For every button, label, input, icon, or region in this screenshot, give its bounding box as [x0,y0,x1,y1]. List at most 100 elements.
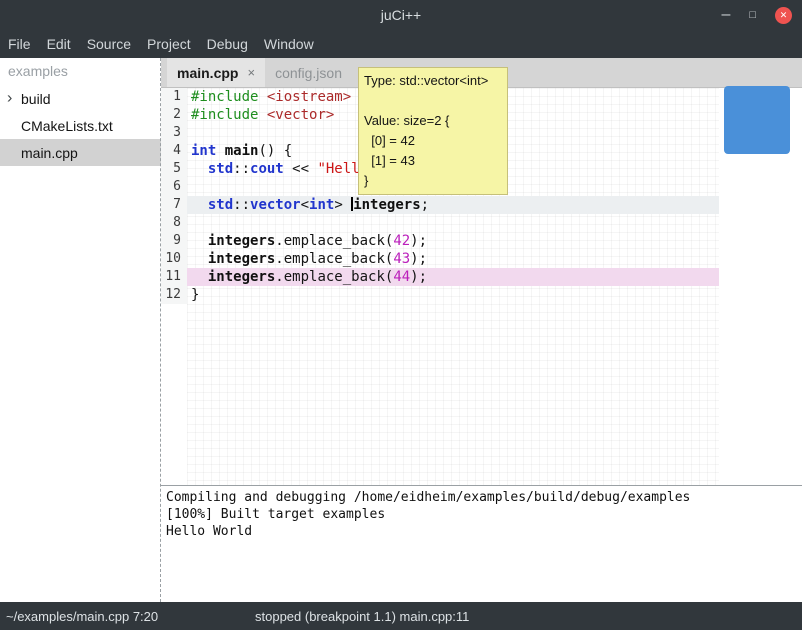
menu-item-project[interactable]: Project [139,36,199,52]
code-token: <iostream> [267,89,351,105]
code-text: } [187,286,719,304]
line-number: 11 [161,268,187,286]
output-line: Compiling and debugging /home/eidheim/ex… [166,489,797,506]
code-token [191,233,208,249]
line-number: 2 [161,106,187,124]
menu-item-debug[interactable]: Debug [199,36,256,52]
close-icon[interactable]: ✕ [775,7,792,24]
tooltip-lines: Type: std::vector<int> Value: size=2 { [… [364,71,502,191]
tab-label: main.cpp [177,65,238,81]
menu-item-source[interactable]: Source [79,36,139,52]
code-token: #include [191,89,258,105]
sidebar-resize-handle[interactable] [160,58,161,602]
code-token: .emplace_back( [275,269,393,285]
code-token: :: [233,197,250,213]
code-token: ); [410,233,427,249]
line-number: 6 [161,178,187,196]
line-number: 4 [161,142,187,160]
status-file-position: ~/examples/main.cpp 7:20 [0,609,158,624]
tree-item-label: main.cpp [21,145,78,161]
code-token: } [191,287,199,303]
code-line[interactable]: 7 std::vector<int> integers; [161,196,802,214]
code-line[interactable]: 10 integers.emplace_back(43); [161,250,802,268]
tooltip-line: [1] = 43 [364,151,502,171]
code-token: 43 [393,251,410,267]
sidebar: examples › build CMakeLists.txt main.cpp [0,58,161,602]
code-token [191,161,208,177]
tab-close-icon[interactable]: × [247,65,255,80]
line-number: 8 [161,214,187,232]
debug-value-tooltip: Type: std::vector<int> Value: size=2 { [… [358,67,508,195]
code-token: > [334,197,351,213]
code-token: std [208,161,233,177]
code-token: int [309,197,334,213]
code-text: integers.emplace_back(43); [187,250,719,268]
code-token: vector [250,197,301,213]
window-controls: – □ ✕ [721,0,792,30]
window-title: juCi++ [0,7,802,23]
output-line: [100%] Built target examples [166,506,797,523]
tooltip-line: Value: size=2 { [364,111,502,131]
tooltip-line [364,91,502,111]
maximize-icon[interactable]: □ [749,10,756,21]
code-line[interactable]: 12} [161,286,802,304]
code-token: integers [208,233,275,249]
expander-icon[interactable]: › [7,89,12,107]
code-token [191,269,208,285]
code-token: ; [421,197,429,213]
code-token: << [284,161,318,177]
output-line: Hello World [166,523,797,540]
code-line[interactable]: 11 integers.emplace_back(44); [161,268,802,286]
titlebar: juCi++ – □ ✕ [0,0,802,30]
tab-main-cpp[interactable]: main.cpp × [167,58,265,87]
code-token: <vector> [267,107,334,123]
status-bar: ~/examples/main.cpp 7:20 stopped (breakp… [0,602,802,630]
line-number: 5 [161,160,187,178]
code-token: .emplace_back( [275,233,393,249]
code-text: std::vector<int> integers; [187,196,719,214]
code-token: () { [258,143,292,159]
line-number: 3 [161,124,187,142]
menu-bar: FileEditSourceProjectDebugWindow [0,30,802,58]
output-lines: Compiling and debugging /home/eidheim/ex… [166,489,797,540]
code-token: std [208,197,233,213]
code-text: integers.emplace_back(44); [187,268,719,286]
line-number: 10 [161,250,187,268]
tree-item-build[interactable]: › build [0,85,161,112]
file-tree: › build CMakeLists.txt main.cpp [0,85,161,166]
code-token: :: [233,161,250,177]
tooltip-line: [0] = 42 [364,131,502,151]
tree-item-main-cpp[interactable]: main.cpp [0,139,161,166]
line-number: 7 [161,196,187,214]
code-token: cout [250,161,284,177]
tooltip-line: Type: std::vector<int> [364,71,502,91]
code-text: integers.emplace_back(42); [187,232,719,250]
code-line[interactable]: 9 integers.emplace_back(42); [161,232,802,250]
code-token [258,107,266,123]
code-token: integers [208,251,275,267]
line-number: 9 [161,232,187,250]
tab-label: config.json [275,65,342,81]
sidebar-header: examples [0,58,161,85]
code-token [258,89,266,105]
code-token: 42 [393,233,410,249]
code-token: ); [410,251,427,267]
code-token: integers [353,197,420,213]
scrollbar-thumb[interactable] [724,86,790,154]
menu-item-window[interactable]: Window [256,36,322,52]
output-panel[interactable]: Compiling and debugging /home/eidheim/ex… [161,486,802,602]
tree-item-cmakelists-txt[interactable]: CMakeLists.txt [0,112,161,139]
tree-item-label: build [21,91,51,107]
menu-item-file[interactable]: File [0,36,39,52]
code-token [216,143,224,159]
minimize-icon[interactable]: – [721,7,730,23]
code-token [191,197,208,213]
code-token: int [191,143,216,159]
tree-item-label: CMakeLists.txt [21,118,113,134]
line-number: 12 [161,286,187,304]
code-token: .emplace_back( [275,251,393,267]
menu-item-edit[interactable]: Edit [39,36,79,52]
code-line[interactable]: 8 [161,214,802,232]
status-debug-state: stopped (breakpoint 1.1) main.cpp:11 [255,609,469,624]
tab-config-json[interactable]: config.json [265,58,352,87]
